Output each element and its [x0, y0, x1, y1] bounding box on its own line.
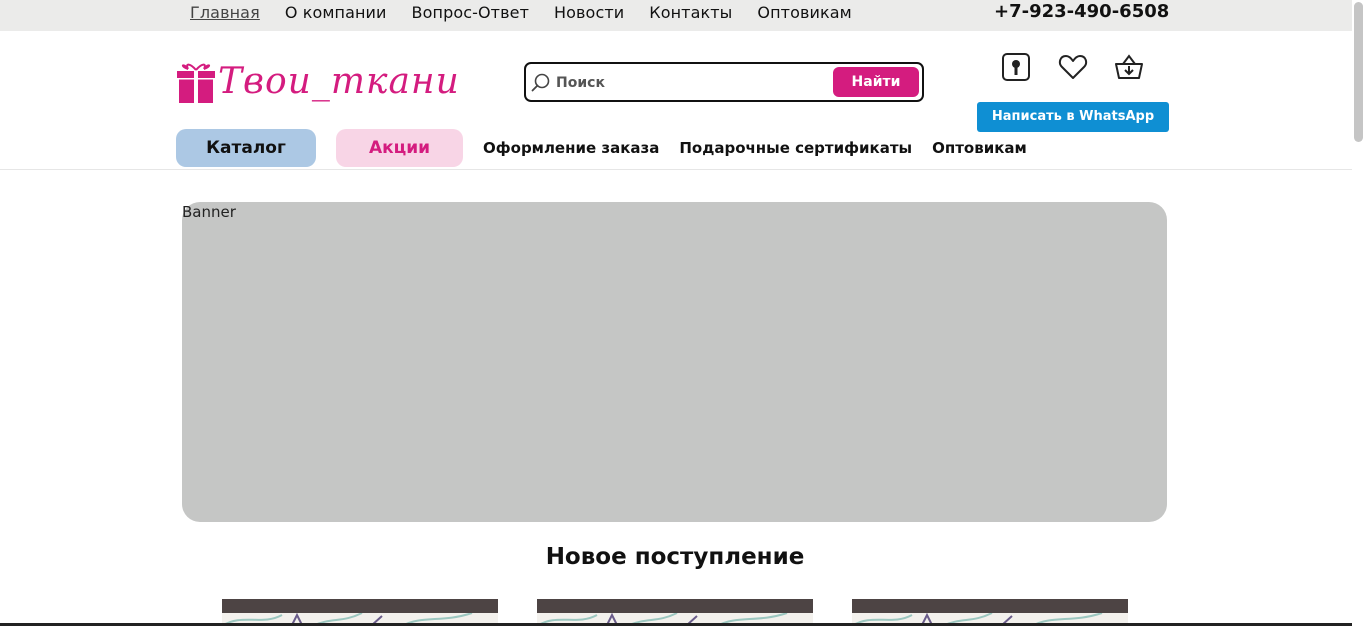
main-nav-gift-certificates[interactable]: Подарочные сертификаты — [679, 139, 912, 157]
banner[interactable]: Banner — [182, 202, 1167, 522]
top-nav-home[interactable]: Главная — [190, 3, 260, 22]
product-image-band — [537, 599, 813, 613]
product-card[interactable] — [222, 599, 498, 626]
main-nav: Оформление заказа Подарочные сертификаты… — [483, 136, 1047, 160]
product-card[interactable] — [537, 599, 813, 626]
page: Главная О компании Вопрос-Ответ Новости … — [0, 0, 1366, 626]
search-box: Найти — [524, 62, 924, 102]
top-nav-wholesale[interactable]: Оптовикам — [757, 3, 851, 22]
top-nav-news[interactable]: Новости — [554, 3, 624, 22]
scrollbar-thumb[interactable] — [1354, 2, 1363, 142]
whatsapp-button[interactable]: Написать в WhatsApp — [977, 102, 1169, 132]
product-image-band — [222, 599, 498, 613]
banner-label: Banner — [182, 203, 236, 221]
main-nav-wholesale[interactable]: Оптовикам — [932, 139, 1027, 157]
top-nav: Главная О компании Вопрос-Ответ Новости … — [190, 0, 877, 24]
main-nav-checkout[interactable]: Оформление заказа — [483, 139, 659, 157]
search-icon — [531, 73, 550, 92]
product-image-band — [852, 599, 1128, 613]
search-input[interactable] — [554, 70, 829, 96]
search-button[interactable]: Найти — [833, 67, 919, 97]
basket-icon[interactable] — [1114, 52, 1144, 82]
catalog-button[interactable]: Каталог — [176, 129, 316, 167]
section-title: Новое поступление — [545, 544, 805, 570]
login-icon[interactable] — [1001, 52, 1031, 82]
product-card[interactable] — [852, 599, 1128, 626]
vertical-scrollbar[interactable] — [1352, 0, 1366, 626]
logo-text: Твои_ткани — [218, 61, 460, 102]
gift-icon — [177, 63, 215, 103]
logo[interactable]: Твои_ткани — [176, 60, 476, 104]
promo-button[interactable]: Акции — [336, 129, 463, 167]
top-nav-contacts[interactable]: Контакты — [649, 3, 732, 22]
top-bar: Главная О компании Вопрос-Ответ Новости … — [0, 0, 1352, 31]
top-nav-about[interactable]: О компании — [285, 3, 387, 22]
top-nav-faq[interactable]: Вопрос-Ответ — [412, 3, 529, 22]
phone-number[interactable]: +7-923-490-6508 — [994, 0, 1169, 24]
header-divider — [0, 169, 1352, 170]
heart-icon[interactable] — [1058, 52, 1088, 82]
